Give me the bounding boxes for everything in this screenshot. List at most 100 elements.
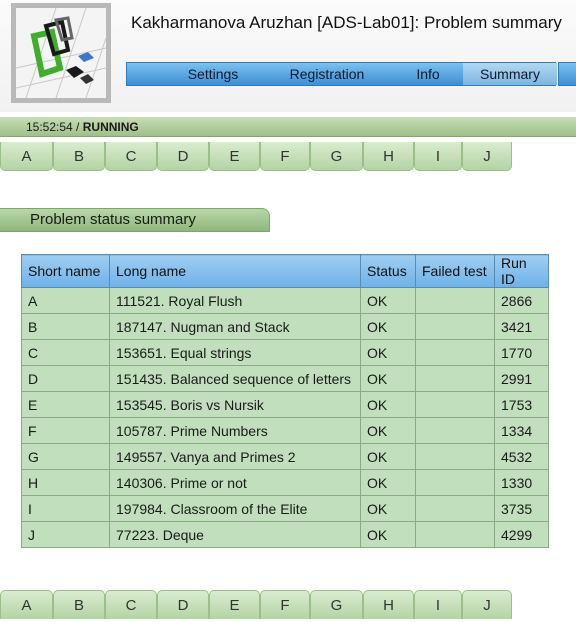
long-name-cell[interactable]: 149557. Vanya and Primes 2 <box>109 443 361 470</box>
tab-problem-e[interactable]: E <box>209 142 260 171</box>
short-name-cell: H <box>21 469 110 496</box>
problem-tabs-bottom: A B C D E F G H I J <box>0 590 520 620</box>
failed-test-cell <box>415 495 495 522</box>
long-name-cell[interactable]: 111521. Royal Flush <box>109 287 361 314</box>
tab-problem-j[interactable]: J <box>462 590 512 619</box>
tab-problem-e[interactable]: E <box>209 590 260 619</box>
run-id-cell[interactable]: 2991 <box>494 365 549 392</box>
status-cell: OK <box>360 313 416 340</box>
menu-summary[interactable]: Summary <box>463 63 557 85</box>
problem-tabs-top: A B C D E F G H I J <box>0 142 520 172</box>
column-header-status: Status <box>360 254 416 288</box>
tab-problem-d[interactable]: D <box>157 142 209 171</box>
tab-problem-i[interactable]: I <box>414 590 462 619</box>
table-row: C 153651. Equal strings OK 1770 <box>21 339 549 366</box>
menu-overflow <box>558 62 576 86</box>
column-header-long-name: Long name <box>109 254 361 288</box>
tab-problem-a[interactable]: A <box>0 142 53 171</box>
status-cell: OK <box>360 521 416 548</box>
contest-state: RUNNING <box>82 120 139 134</box>
short-name-cell: D <box>21 365 110 392</box>
tab-problem-h[interactable]: H <box>363 590 414 619</box>
logo <box>11 3 111 103</box>
table-row: H 140306. Prime or not OK 1330 <box>21 469 549 496</box>
status-cell: OK <box>360 287 416 314</box>
menu-settings[interactable]: Settings <box>173 63 253 85</box>
tab-problem-d[interactable]: D <box>157 590 209 619</box>
long-name-cell[interactable]: 153545. Boris vs Nursik <box>109 391 361 418</box>
long-name-cell[interactable]: 151435. Balanced sequence of letters <box>109 365 361 392</box>
tab-problem-g[interactable]: G <box>310 590 363 619</box>
failed-test-cell <box>415 417 495 444</box>
table-row: E 153545. Boris vs Nursik OK 1753 <box>21 391 549 418</box>
failed-test-cell <box>415 339 495 366</box>
tab-problem-h[interactable]: H <box>363 142 414 171</box>
tab-problem-b[interactable]: B <box>53 142 105 171</box>
header: Kakharmanova Aruzhan [ADS-Lab01]: Proble… <box>0 0 576 112</box>
tab-problem-j[interactable]: J <box>462 142 512 171</box>
status-bar: 15:52:54 / RUNNING <box>0 117 576 137</box>
run-id-cell[interactable]: 1334 <box>494 417 549 444</box>
tab-problem-c[interactable]: C <box>105 590 157 619</box>
short-name-cell: C <box>21 339 110 366</box>
long-name-cell[interactable]: 77223. Deque <box>109 521 361 548</box>
tab-problem-b[interactable]: B <box>53 590 105 619</box>
failed-test-cell <box>415 365 495 392</box>
status-cell: OK <box>360 469 416 496</box>
long-name-cell[interactable]: 140306. Prime or not <box>109 469 361 496</box>
long-name-cell[interactable]: 187147. Nugman and Stack <box>109 313 361 340</box>
table-row: B 187147. Nugman and Stack OK 3421 <box>21 313 549 340</box>
short-name-cell: A <box>21 287 110 314</box>
status-cell: OK <box>360 417 416 444</box>
status-cell: OK <box>360 339 416 366</box>
run-id-cell[interactable]: 2866 <box>494 287 549 314</box>
column-header-failed-test: Failed test <box>415 254 495 288</box>
run-id-cell[interactable]: 4532 <box>494 443 549 470</box>
run-id-cell[interactable]: 1753 <box>494 391 549 418</box>
failed-test-cell <box>415 521 495 548</box>
table-row: A 111521. Royal Flush OK 2866 <box>21 287 549 314</box>
long-name-cell[interactable]: 105787. Prime Numbers <box>109 417 361 444</box>
run-id-cell[interactable]: 1770 <box>494 339 549 366</box>
main-menu: Settings Registration Info Summary <box>126 62 557 86</box>
short-name-cell: I <box>21 495 110 522</box>
short-name-cell: E <box>21 391 110 418</box>
tab-problem-f[interactable]: F <box>260 590 310 619</box>
logo-image <box>15 7 107 99</box>
failed-test-cell <box>415 443 495 470</box>
tab-problem-g[interactable]: G <box>310 142 363 171</box>
failed-test-cell <box>415 287 495 314</box>
run-id-cell[interactable]: 3421 <box>494 313 549 340</box>
menu-registration[interactable]: Registration <box>277 63 377 85</box>
tab-problem-a[interactable]: A <box>0 590 53 619</box>
failed-test-cell <box>415 391 495 418</box>
failed-test-cell <box>415 313 495 340</box>
long-name-cell[interactable]: 153651. Equal strings <box>109 339 361 366</box>
problem-summary-table: Short name Long name Status Failed test … <box>21 254 549 548</box>
run-id-cell[interactable]: 4299 <box>494 521 549 548</box>
run-id-cell[interactable]: 1330 <box>494 469 549 496</box>
server-time: 15:52:54 <box>26 120 73 134</box>
column-header-short-name: Short name <box>21 254 110 288</box>
ejudge-logo-icon <box>15 7 107 99</box>
menu-info[interactable]: Info <box>403 63 453 85</box>
table-row: D 151435. Balanced sequence of letters O… <box>21 365 549 392</box>
table-row: G 149557. Vanya and Primes 2 OK 4532 <box>21 443 549 470</box>
section-title: Problem status summary <box>0 208 270 232</box>
short-name-cell: F <box>21 417 110 444</box>
short-name-cell: J <box>21 521 110 548</box>
table-header-row: Short name Long name Status Failed test … <box>21 254 549 288</box>
short-name-cell: B <box>21 313 110 340</box>
tab-problem-c[interactable]: C <box>105 142 157 171</box>
column-header-run-id: Run ID <box>494 254 549 288</box>
failed-test-cell <box>415 469 495 496</box>
table-row: I 197984. Classroom of the Elite OK 3735 <box>21 495 549 522</box>
long-name-cell[interactable]: 197984. Classroom of the Elite <box>109 495 361 522</box>
tab-problem-f[interactable]: F <box>260 142 310 171</box>
status-cell: OK <box>360 391 416 418</box>
run-id-cell[interactable]: 3735 <box>494 495 549 522</box>
status-cell: OK <box>360 495 416 522</box>
page-title: Kakharmanova Aruzhan [ADS-Lab01]: Proble… <box>131 13 562 32</box>
tab-problem-i[interactable]: I <box>414 142 462 171</box>
short-name-cell: G <box>21 443 110 470</box>
